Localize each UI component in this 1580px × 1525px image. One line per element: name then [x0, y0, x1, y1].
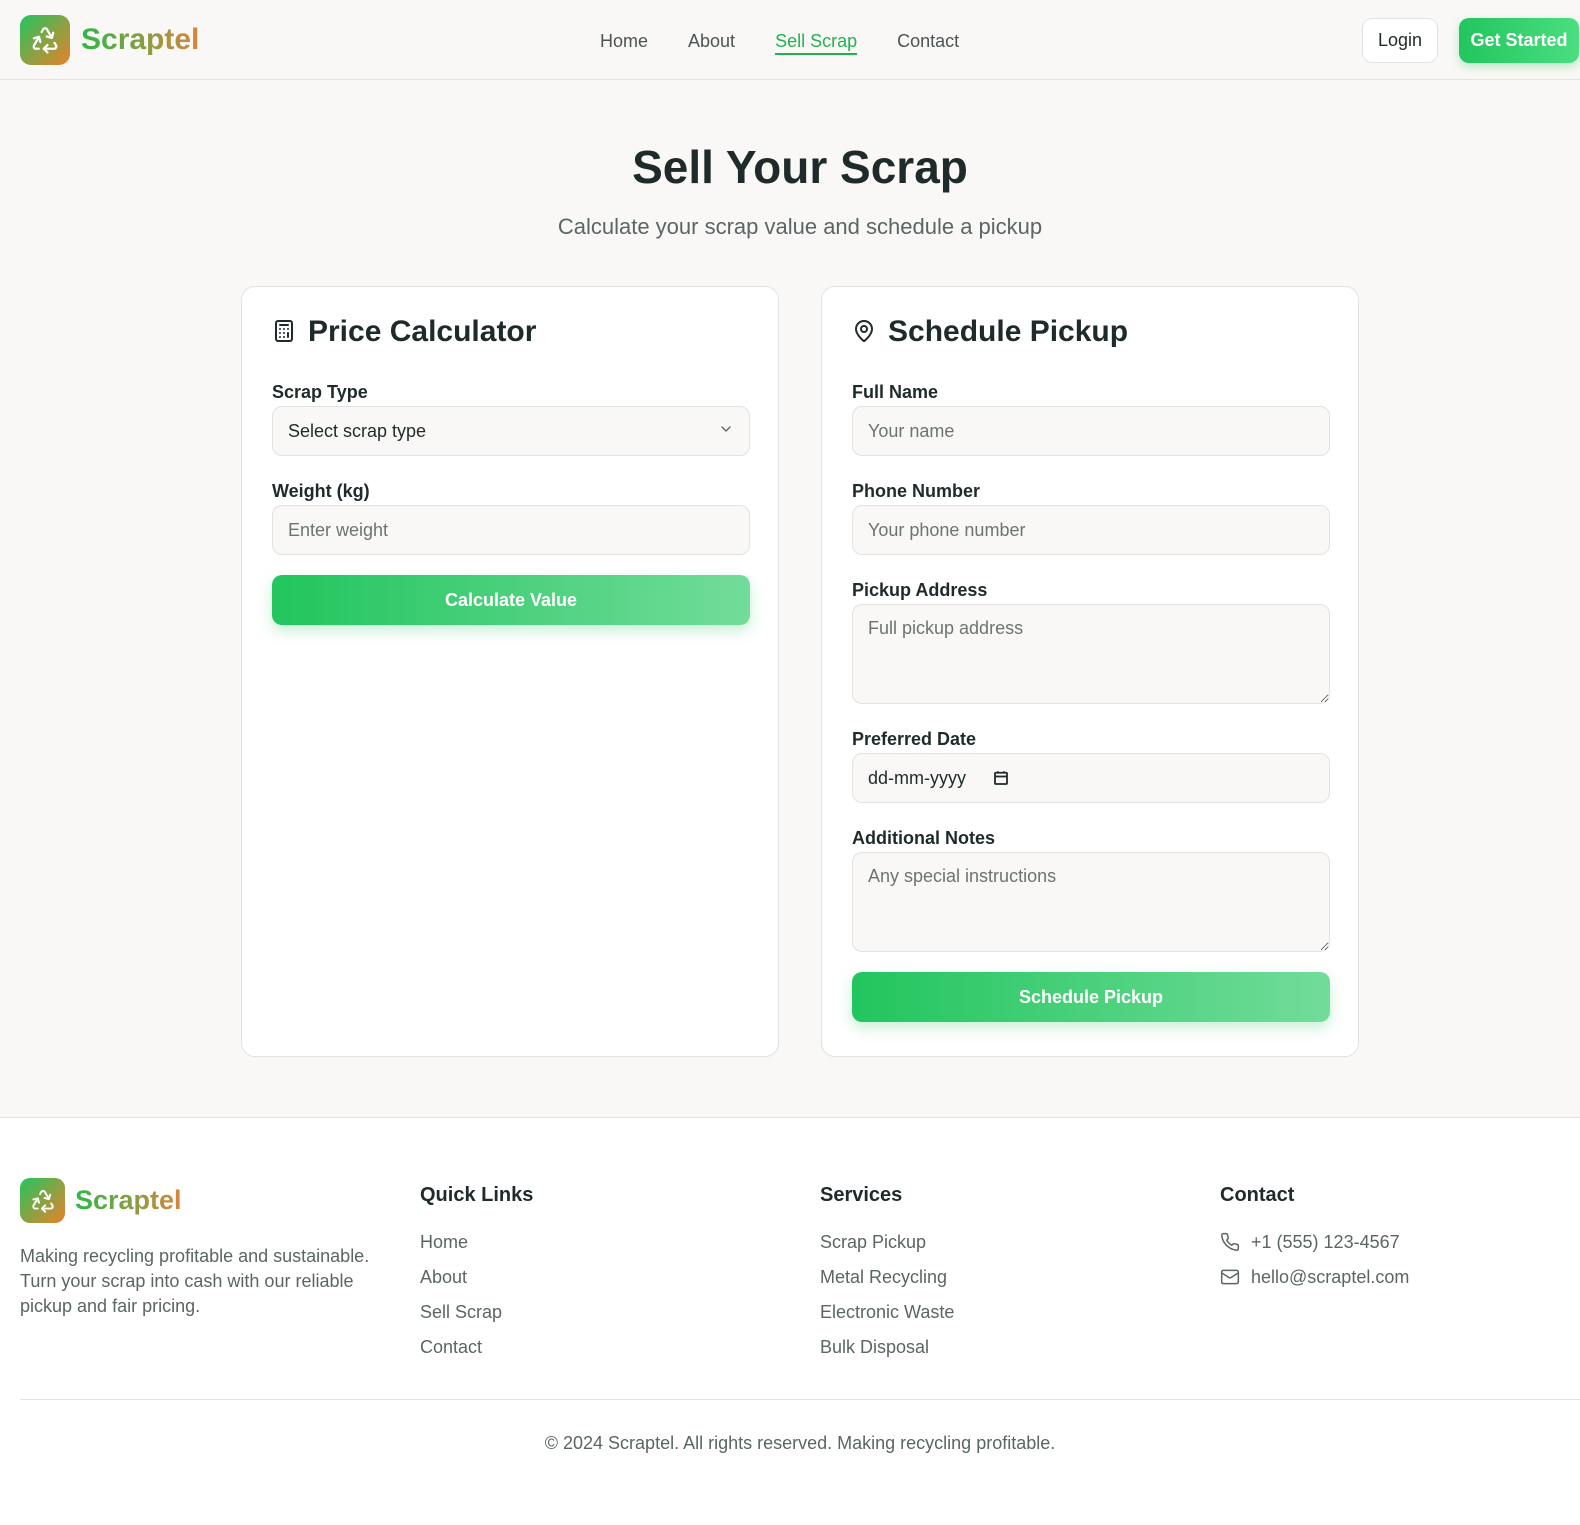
additional-notes-label: Additional Notes: [852, 828, 995, 848]
schedule-pickup-card: Schedule Pickup Full Name Phone Number P…: [821, 286, 1359, 1057]
footer-service-electronic-waste[interactable]: Electronic Waste: [820, 1301, 954, 1323]
date-value: dd-mm-yyyy: [868, 767, 966, 788]
full-name-input[interactable]: [852, 406, 1330, 456]
schedule-pickup-heading: Schedule Pickup: [852, 315, 1128, 349]
footer-brand-name: Scraptel: [75, 1185, 182, 1215]
scrap-type-label: Scrap Type: [272, 382, 368, 402]
footer-service-metal-recycling[interactable]: Metal Recycling: [820, 1266, 954, 1288]
recycle-icon: [20, 15, 70, 65]
price-calculator-card: Price Calculator Scrap Type Select scrap…: [241, 286, 779, 1057]
chevron-down-icon: [718, 421, 734, 442]
footer-email[interactable]: hello@scraptel.com: [1220, 1266, 1409, 1288]
main-nav: Home About Sell Scrap Contact: [600, 29, 999, 55]
login-button[interactable]: Login: [1362, 18, 1438, 63]
footer-description: Making recycling profitable and sustaina…: [20, 1246, 370, 1316]
phone-label: Phone Number: [852, 481, 981, 501]
calculator-icon: [272, 319, 298, 345]
footer-link-about[interactable]: About: [420, 1266, 533, 1288]
brand-logo[interactable]: Scraptel: [20, 15, 199, 65]
site-header: Scraptel Home About Sell Scrap Contact L…: [0, 0, 1580, 80]
preferred-date-input[interactable]: dd-mm-yyyy: [852, 753, 1330, 803]
price-calculator-title: Price Calculator: [308, 315, 537, 348]
nav-sell-scrap[interactable]: Sell Scrap: [775, 29, 858, 55]
scrap-type-value: Select scrap type: [288, 420, 427, 441]
footer-contact: Contact +1 (555) 123-4567 hello@scraptel…: [1220, 1184, 1409, 1301]
footer-services: Services Scrap Pickup Metal Recycling El…: [820, 1184, 954, 1371]
weight-label: Weight (kg): [272, 481, 370, 501]
preferred-date-label: Preferred Date: [852, 729, 977, 749]
mail-icon: [1220, 1267, 1240, 1287]
footer-link-home[interactable]: Home: [420, 1231, 533, 1253]
footer-phone[interactable]: +1 (555) 123-4567: [1220, 1231, 1409, 1253]
copyright-text: © 2024 Scraptel. All rights reserved. Ma…: [544, 1433, 1056, 1453]
nav-about[interactable]: About: [688, 29, 735, 55]
calculate-value-button[interactable]: Calculate Value: [272, 575, 750, 625]
footer-link-sell-scrap[interactable]: Sell Scrap: [420, 1301, 533, 1323]
calendar-icon[interactable]: [992, 769, 1010, 787]
quick-links-heading: Quick Links: [420, 1184, 534, 1206]
schedule-pickup-button[interactable]: Schedule Pickup: [852, 972, 1330, 1022]
full-name-label: Full Name: [852, 382, 939, 402]
get-started-button[interactable]: Get Started: [1459, 18, 1579, 63]
pickup-address-label: Pickup Address: [852, 580, 988, 600]
footer-email-text: hello@scraptel.com: [1251, 1267, 1410, 1287]
contact-heading: Contact: [1220, 1184, 1295, 1206]
brand-name: Scraptel: [81, 23, 200, 56]
weight-input[interactable]: [272, 505, 750, 555]
footer-phone-text: +1 (555) 123-4567: [1251, 1232, 1400, 1252]
footer-service-scrap-pickup[interactable]: Scrap Pickup: [820, 1231, 954, 1253]
footer-link-contact[interactable]: Contact: [420, 1336, 533, 1358]
additional-notes-input[interactable]: [852, 852, 1330, 952]
schedule-pickup-title: Schedule Pickup: [888, 315, 1129, 348]
footer-divider: [20, 1399, 1580, 1400]
footer-service-bulk-disposal[interactable]: Bulk Disposal: [820, 1336, 954, 1358]
map-pin-icon: [852, 319, 878, 345]
price-calculator-heading: Price Calculator: [272, 315, 536, 349]
phone-icon: [1220, 1232, 1240, 1252]
page-title: Sell Your Scrap: [632, 141, 968, 193]
page-subtitle: Calculate your scrap value and schedule …: [557, 214, 1043, 239]
pickup-address-input[interactable]: [852, 604, 1330, 704]
site-footer: Scraptel Making recycling profitable and…: [0, 1117, 1580, 1525]
scrap-type-select[interactable]: Select scrap type: [272, 406, 750, 456]
nav-home[interactable]: Home: [600, 29, 648, 55]
services-heading: Services: [820, 1184, 903, 1206]
recycle-icon: [20, 1178, 65, 1223]
footer-logo[interactable]: Scraptel: [20, 1178, 182, 1223]
phone-input[interactable]: [852, 505, 1330, 555]
nav-contact[interactable]: Contact: [897, 29, 959, 55]
footer-quick-links: Quick Links Home About Sell Scrap Contac…: [420, 1184, 533, 1371]
